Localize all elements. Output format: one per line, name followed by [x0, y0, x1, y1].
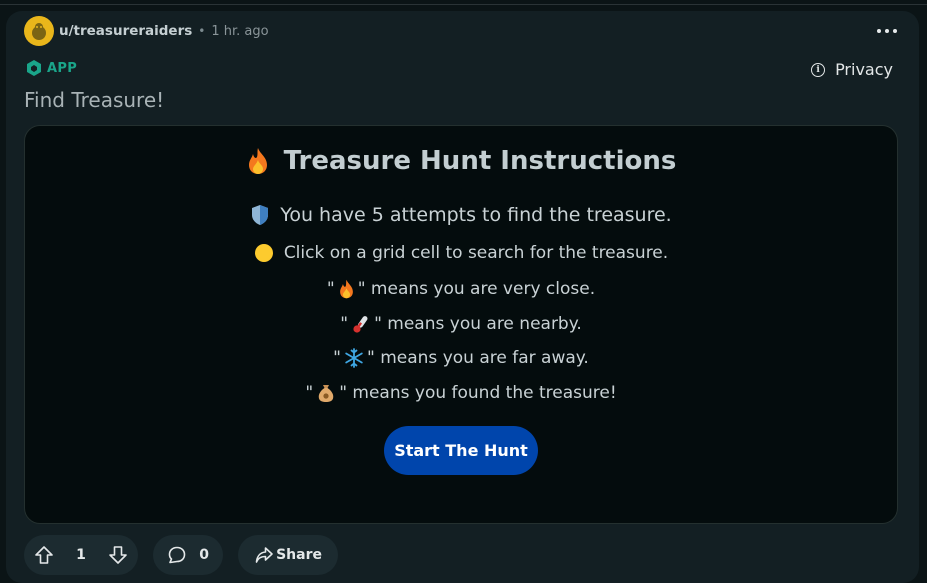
hint-text: " means you are far away. [367, 348, 589, 368]
more-options-button[interactable] [877, 23, 897, 39]
thermometer-icon [351, 314, 371, 334]
vote-count: 1 [76, 547, 86, 563]
fire-icon [338, 279, 355, 299]
dot-icon [877, 29, 881, 33]
share-button[interactable]: Share [238, 535, 338, 575]
yellow-circle-icon [254, 243, 274, 263]
hint-far-away: " " means you are far away. [25, 348, 897, 368]
attempts-text: You have 5 attempts to find the treasure… [280, 204, 672, 226]
comment-bubble-icon [167, 545, 187, 565]
post-card[interactable]: u/treasureraiders • 1 hr. ago APP i Priv… [6, 11, 919, 583]
hint-quote: " [340, 314, 349, 334]
dot-icon [893, 29, 897, 33]
hint-text: " means you are nearby. [374, 314, 582, 334]
hint-very-close: " " means you are very close. [25, 279, 897, 299]
privacy-label: Privacy [835, 60, 893, 79]
vote-bar: 1 [24, 535, 138, 575]
privacy-button[interactable]: i Privacy [811, 60, 893, 79]
subreddit-link[interactable]: u/treasureraiders [59, 23, 192, 39]
hint-quote: " [326, 279, 335, 299]
embed-title-text: Treasure Hunt Instructions [283, 146, 677, 176]
top-divider [0, 4, 927, 5]
share-label: Share [276, 547, 322, 563]
app-badge: APP [25, 59, 77, 77]
dot-icon [885, 29, 889, 33]
embed-title: Treasure Hunt Instructions [25, 146, 897, 176]
attempts-line: You have 5 attempts to find the treasure… [25, 204, 897, 226]
click-instruction-text: Click on a grid cell to search for the t… [283, 243, 669, 263]
fire-icon [246, 147, 270, 175]
hint-quote: " [333, 348, 341, 368]
shield-icon [250, 204, 270, 226]
post-header: u/treasureraiders • 1 hr. ago [24, 16, 269, 46]
start-hunt-button[interactable]: Start The Hunt [384, 426, 538, 475]
snoo-avatar-icon [32, 23, 46, 40]
snowflake-icon [344, 348, 364, 368]
post-actions: 1 0 Share [24, 535, 353, 575]
info-icon: i [811, 62, 826, 77]
avatar[interactable] [24, 16, 54, 46]
app-cube-icon [27, 60, 41, 76]
post-title[interactable]: Find Treasure! [24, 88, 164, 112]
post-timestamp: 1 hr. ago [211, 23, 269, 39]
app-embed: Treasure Hunt Instructions You have 5 at… [24, 125, 898, 524]
downvote-icon[interactable] [108, 545, 128, 565]
hint-found: " " means you found the treasure! [25, 383, 897, 403]
hint-nearby: " " means you are nearby. [25, 314, 897, 334]
comments-button[interactable]: 0 [153, 535, 223, 575]
app-label: APP [47, 60, 78, 76]
comment-count: 0 [199, 547, 209, 563]
hint-text: " means you found the treasure! [339, 383, 617, 403]
money-bag-icon [316, 383, 336, 403]
click-instruction-line: Click on a grid cell to search for the t… [25, 243, 897, 263]
hint-text: " means you are very close. [357, 279, 596, 299]
hint-quote: " [305, 383, 314, 403]
share-arrow-icon [254, 545, 274, 565]
upvote-icon[interactable] [34, 545, 54, 565]
separator-dot: • [198, 24, 206, 38]
